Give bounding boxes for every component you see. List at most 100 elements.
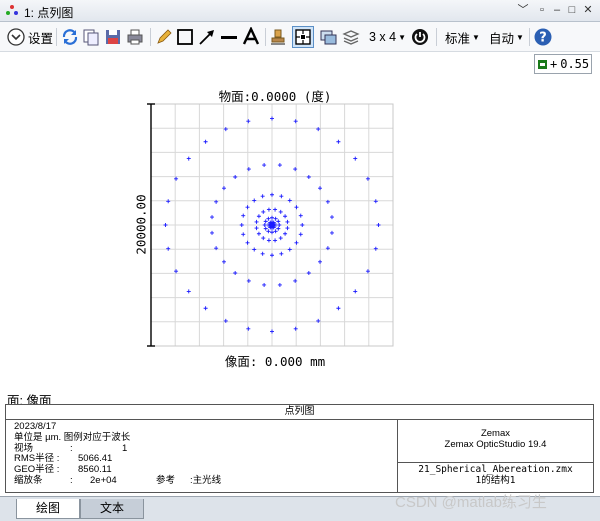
spot-point — [256, 231, 261, 236]
info-details: 2023/8/17 单位是 µm. 图例对应于波长 视场 : 1 RMS半径 :… — [6, 420, 398, 492]
spot-point — [245, 205, 250, 210]
spot-point — [261, 209, 266, 214]
spot-point — [270, 215, 274, 220]
spot-point — [166, 246, 171, 251]
spot-point — [285, 219, 290, 224]
spot-point — [270, 192, 274, 197]
info-scale-key: 缩放条 — [14, 474, 43, 486]
spot-point — [262, 223, 267, 227]
info-rms-row: RMS半径 : 5066.41 — [14, 454, 389, 465]
spot-point — [223, 127, 228, 132]
spot-point — [256, 214, 261, 219]
spot-point — [278, 236, 283, 241]
spot-point — [223, 318, 228, 323]
spot-point — [252, 198, 257, 203]
spot-point — [266, 207, 271, 212]
spot-point — [254, 226, 259, 231]
info-field-row: 视场 : 1 — [14, 443, 389, 455]
spot-point — [270, 253, 274, 258]
spot-point — [278, 209, 283, 214]
spot-point — [287, 198, 292, 203]
spot-core — [269, 222, 275, 228]
spot-point — [376, 223, 381, 227]
info-file-block: 21_Spherical_Abereation.zmx 1的结构1 — [398, 463, 593, 492]
plot-title: 物面:0.0000 (度) — [218, 89, 332, 104]
watermark: CSDN @matlab练习生 — [395, 494, 547, 511]
spot-point — [270, 230, 274, 235]
spot-point — [203, 306, 208, 311]
spot-point — [174, 269, 179, 274]
spot-point — [252, 247, 257, 252]
spot-point — [353, 289, 358, 294]
info-config: 1的结构1 — [475, 475, 516, 486]
spot-point — [298, 232, 303, 237]
spot-point — [336, 139, 341, 144]
spot-point — [306, 270, 311, 275]
info-header: 点列图 — [6, 405, 593, 420]
spot-point — [287, 247, 292, 252]
spot-point — [276, 226, 281, 231]
spot-point — [233, 270, 238, 275]
spot-point — [270, 116, 274, 121]
spot-point — [316, 318, 321, 323]
spot-point — [373, 199, 378, 204]
spot-point — [294, 240, 299, 245]
spot-point — [276, 219, 281, 224]
spot-point — [262, 282, 267, 287]
spot-point — [245, 240, 250, 245]
spot-point — [273, 238, 278, 243]
spot-point — [293, 326, 298, 331]
spot-point — [246, 119, 251, 124]
spot-point — [222, 186, 227, 191]
spot-point — [186, 289, 191, 294]
spot-point — [174, 176, 179, 181]
spot-point — [263, 219, 268, 224]
spot-point — [241, 213, 246, 218]
spot-point — [163, 223, 168, 227]
spot-point — [336, 306, 341, 311]
spot-point — [279, 251, 284, 256]
spot-point — [353, 156, 358, 161]
spot-point — [266, 229, 271, 234]
spot-point — [233, 175, 238, 180]
spot-point — [254, 219, 259, 224]
spot-point — [294, 205, 299, 210]
spot-point — [283, 231, 288, 236]
spot-point — [260, 251, 265, 256]
spot-point — [329, 215, 334, 220]
info-ref-value: :主光线 — [190, 474, 222, 486]
info-product: Zemax OpticStudio 19.4 — [444, 439, 547, 450]
spot-point — [262, 163, 267, 168]
info-units: 单位是 µm. 图例对应于波长 — [14, 431, 131, 443]
spot-point — [293, 119, 298, 124]
spot-point — [285, 226, 290, 231]
spot-point — [166, 199, 171, 204]
spot-point — [273, 207, 278, 212]
spot-point — [273, 229, 278, 234]
spot-point — [273, 216, 278, 221]
spot-point — [239, 223, 244, 227]
info-vendor: Zemax — [480, 428, 511, 439]
spot-point — [317, 259, 322, 264]
info-ref-key: 参考 — [156, 474, 176, 486]
spot-point — [266, 216, 271, 221]
spot-point — [283, 214, 288, 219]
spot-point — [279, 194, 284, 199]
spot-point — [260, 194, 265, 199]
spot-point — [306, 175, 311, 180]
spot-point — [263, 226, 268, 231]
info-scale-row: 缩放条 : 2e+04 参考 :主光线 — [14, 474, 389, 487]
spot-point — [317, 186, 322, 191]
spot-point — [210, 230, 215, 235]
spot-point — [222, 259, 227, 264]
spot-point — [277, 282, 282, 287]
spot-point — [203, 139, 208, 144]
info-file: 21_Spherical_Abereation.zmx — [418, 464, 573, 475]
tab-text[interactable]: 文本 — [80, 499, 144, 519]
tab-plot[interactable]: 绘图 — [16, 499, 80, 519]
spot-point — [365, 269, 370, 274]
info-colon: : — [70, 474, 73, 486]
spot-point — [270, 329, 274, 334]
spot-point — [186, 156, 191, 161]
spot-point — [277, 163, 282, 168]
